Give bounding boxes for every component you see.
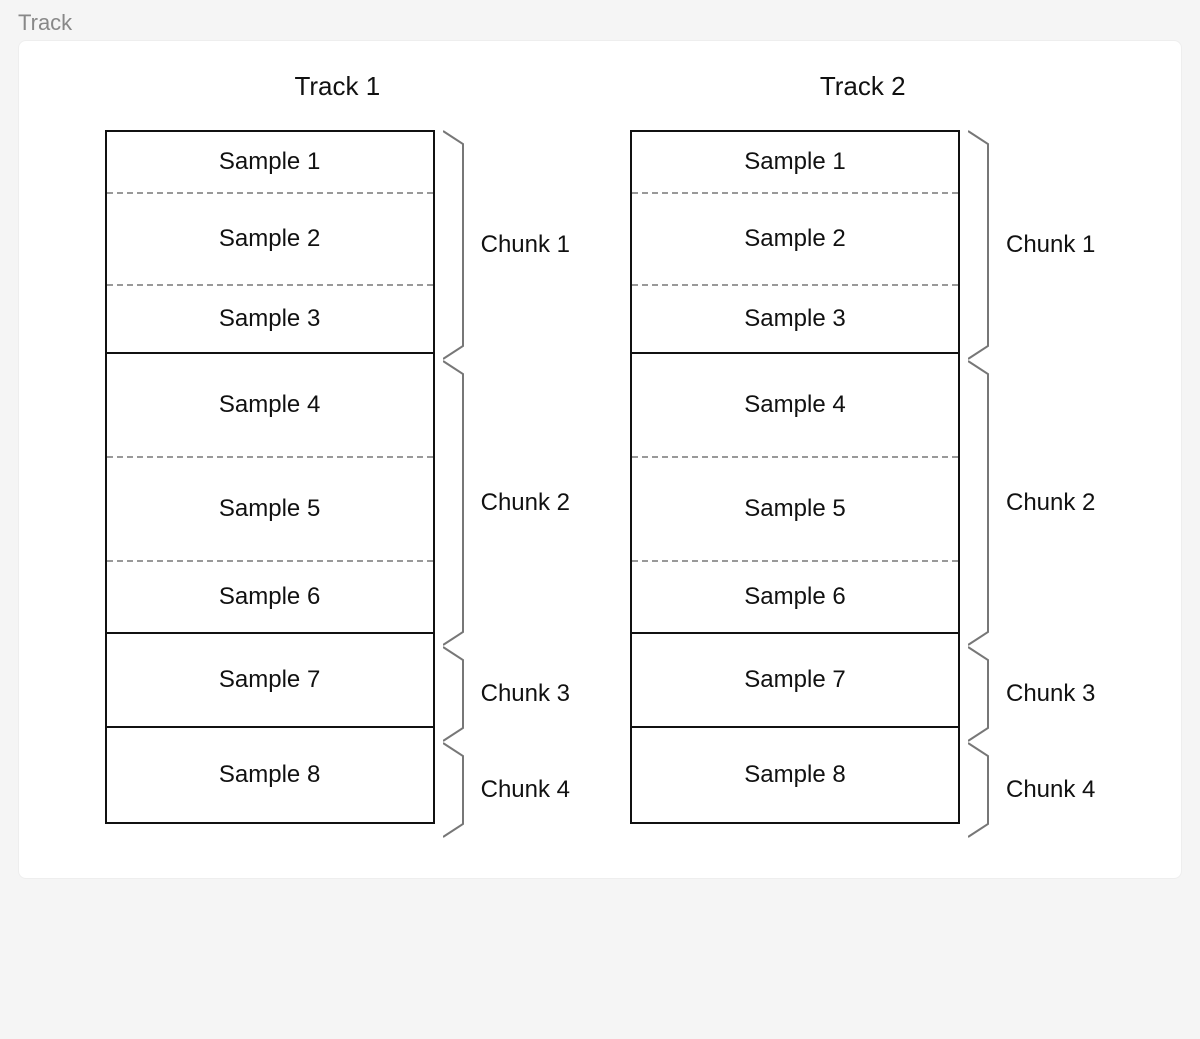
chunk-bracket-row: Chunk 3	[968, 646, 1095, 742]
sample-cell: Sample 2	[107, 194, 433, 286]
chunks-column: Chunk 1 Chunk 2 Chunk 3 Chunk 4	[443, 130, 570, 838]
sample-cell: Sample 7	[632, 634, 958, 728]
sample-stack: Sample 1Sample 2Sample 3Sample 4Sample 5…	[105, 130, 435, 824]
chunk-label: Chunk 4	[481, 776, 570, 804]
chunk-bracket-row: Chunk 1	[968, 130, 1095, 360]
bracket-icon	[968, 742, 996, 838]
sample-cell: Sample 1	[107, 132, 433, 194]
panel-title: Track	[0, 0, 1200, 40]
track-body: Sample 1Sample 2Sample 3Sample 4Sample 5…	[630, 130, 1095, 838]
sample-cell: Sample 2	[632, 194, 958, 286]
sample-cell: Sample 4	[632, 354, 958, 458]
bracket-icon	[968, 130, 996, 360]
sample-cell: Sample 5	[107, 458, 433, 562]
sample-cell: Sample 3	[107, 286, 433, 354]
sample-cell: Sample 4	[107, 354, 433, 458]
chunk-label: Chunk 4	[1006, 776, 1095, 804]
bracket-icon	[443, 646, 471, 742]
chunk-label: Chunk 1	[1006, 231, 1095, 259]
chunk-bracket-row: Chunk 4	[968, 742, 1095, 838]
track-title: Track 2	[820, 71, 906, 102]
chunk-label: Chunk 1	[481, 231, 570, 259]
bracket-icon	[443, 360, 471, 646]
bracket-icon	[443, 742, 471, 838]
bracket-icon	[443, 130, 471, 360]
chunks-column: Chunk 1 Chunk 2 Chunk 3 Chunk 4	[968, 130, 1095, 838]
sample-cell: Sample 3	[632, 286, 958, 354]
sample-cell: Sample 5	[632, 458, 958, 562]
chunk-bracket-row: Chunk 2	[968, 360, 1095, 646]
sample-cell: Sample 7	[107, 634, 433, 728]
chunk-bracket-row: Chunk 3	[443, 646, 570, 742]
sample-cell: Sample 8	[107, 728, 433, 822]
track-column: Track 1 Sample 1Sample 2Sample 3Sample 4…	[105, 71, 570, 838]
sample-cell: Sample 1	[632, 132, 958, 194]
diagram-panel: Track 1 Sample 1Sample 2Sample 3Sample 4…	[18, 40, 1182, 879]
chunk-label: Chunk 3	[481, 680, 570, 708]
bracket-icon	[968, 646, 996, 742]
track-title: Track 1	[294, 71, 380, 102]
chunk-label: Chunk 2	[481, 489, 570, 517]
track-body: Sample 1Sample 2Sample 3Sample 4Sample 5…	[105, 130, 570, 838]
track-column: Track 2 Sample 1Sample 2Sample 3Sample 4…	[630, 71, 1095, 838]
chunk-bracket-row: Chunk 2	[443, 360, 570, 646]
chunk-bracket-row: Chunk 4	[443, 742, 570, 838]
bracket-icon	[968, 360, 996, 646]
sample-cell: Sample 6	[632, 562, 958, 634]
sample-cell: Sample 8	[632, 728, 958, 822]
chunk-label: Chunk 3	[1006, 680, 1095, 708]
sample-cell: Sample 6	[107, 562, 433, 634]
chunk-bracket-row: Chunk 1	[443, 130, 570, 360]
sample-stack: Sample 1Sample 2Sample 3Sample 4Sample 5…	[630, 130, 960, 824]
chunk-label: Chunk 2	[1006, 489, 1095, 517]
